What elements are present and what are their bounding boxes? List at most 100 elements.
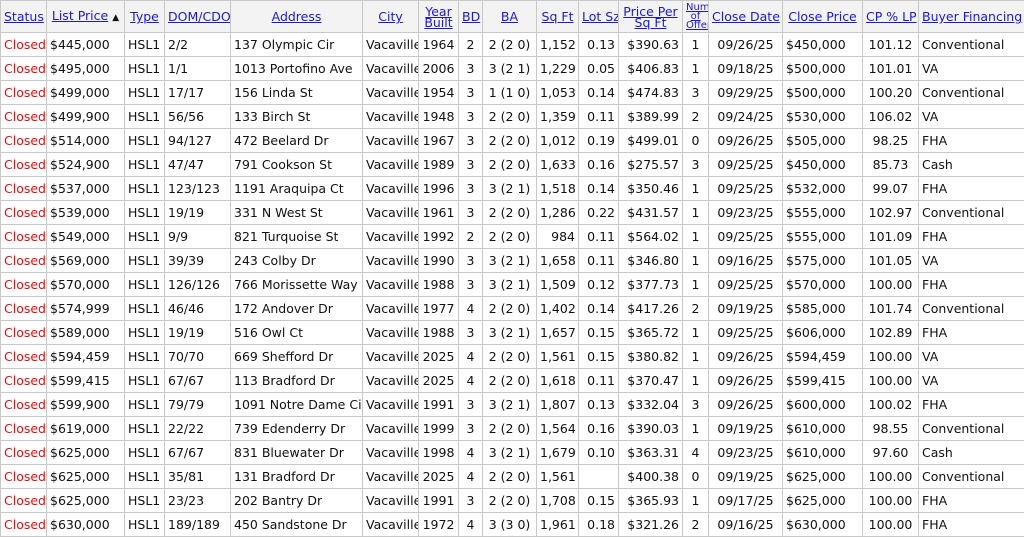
- col-header-price-per-sqft[interactable]: Price Per Sq Ft: [619, 1, 683, 33]
- city-cell: Vacaville: [363, 105, 419, 129]
- status-cell: Closed: [1, 393, 47, 417]
- status-cell: Closed: [1, 81, 47, 105]
- sqft-cell: 1,679: [537, 441, 579, 465]
- price-per-sqft-cell: $363.31: [619, 441, 683, 465]
- col-header-cp-lp[interactable]: CP % LP: [863, 1, 919, 33]
- sqft-cell: 1,618: [537, 369, 579, 393]
- table-row[interactable]: Closed$630,000HSL1189/189450 Sandstone D…: [1, 513, 1024, 537]
- sqft-cell: 1,359: [537, 105, 579, 129]
- table-row[interactable]: Closed$537,000HSL1123/1231191 Araquipa C…: [1, 177, 1024, 201]
- cp-lp-cell: 97.60: [863, 441, 919, 465]
- table-row[interactable]: Closed$569,000HSL139/39243 Colby DrVacav…: [1, 249, 1024, 273]
- year-built-cell: 1996: [419, 177, 459, 201]
- ba-cell: 2 (2 0): [483, 345, 537, 369]
- year-built-cell: 1977: [419, 297, 459, 321]
- lot-size-cell: 0.18: [579, 513, 619, 537]
- price-per-sqft-cell: $350.46: [619, 177, 683, 201]
- financing-cell: FHA: [919, 513, 1024, 537]
- list-price-cell: $569,000: [47, 249, 125, 273]
- dom-cell: 70/70: [165, 345, 231, 369]
- col-header-dom[interactable]: DOM/CDOM: [165, 1, 231, 33]
- city-cell: Vacaville: [363, 153, 419, 177]
- col-header-bd[interactable]: BD: [459, 1, 483, 33]
- col-header-status[interactable]: Status: [1, 1, 47, 33]
- ba-cell: 2 (2 0): [483, 369, 537, 393]
- dom-cell: 19/19: [165, 321, 231, 345]
- col-header-sqft[interactable]: Sq Ft: [537, 1, 579, 33]
- table-row[interactable]: Closed$524,900HSL147/47791 Cookson StVac…: [1, 153, 1024, 177]
- sqft-cell: 1,658: [537, 249, 579, 273]
- table-row[interactable]: Closed$625,000HSL123/23202 Bantry DrVaca…: [1, 489, 1024, 513]
- dom-cell: 1/1: [165, 57, 231, 81]
- lot-size-cell: 0.13: [579, 33, 619, 57]
- close-price-cell: $450,000: [783, 33, 863, 57]
- year-built-cell: 1967: [419, 129, 459, 153]
- col-header-city[interactable]: City: [363, 1, 419, 33]
- lot-size-cell: 0.16: [579, 153, 619, 177]
- table-row[interactable]: Closed$499,900HSL156/56133 Birch StVacav…: [1, 105, 1024, 129]
- table-row[interactable]: Closed$570,000HSL1126/126766 Morissette …: [1, 273, 1024, 297]
- year-built-cell: 1991: [419, 489, 459, 513]
- table-row[interactable]: Closed$599,900HSL179/791091 Notre Dame C…: [1, 393, 1024, 417]
- table-row[interactable]: Closed$514,000HSL194/127472 Beelard DrVa…: [1, 129, 1024, 153]
- lot-size-cell: 0.11: [579, 105, 619, 129]
- close-price-cell: $594,459: [783, 345, 863, 369]
- financing-cell: VA: [919, 57, 1024, 81]
- table-row[interactable]: Closed$574,999HSL146/46172 Andover DrVac…: [1, 297, 1024, 321]
- offers-cell: 1: [683, 345, 709, 369]
- table-row[interactable]: Closed$594,459HSL170/70669 Shefford DrVa…: [1, 345, 1024, 369]
- dom-cell: 19/19: [165, 201, 231, 225]
- city-cell: Vacaville: [363, 33, 419, 57]
- list-price-cell: $524,900: [47, 153, 125, 177]
- col-header-close-date[interactable]: Close Date: [709, 1, 783, 33]
- lot-size-cell: 0.14: [579, 177, 619, 201]
- close-price-cell: $505,000: [783, 129, 863, 153]
- table-row[interactable]: Closed$539,000HSL119/19331 N West StVaca…: [1, 201, 1024, 225]
- close-price-cell: $555,000: [783, 225, 863, 249]
- close-date-cell: 09/16/25: [709, 249, 783, 273]
- col-header-financing[interactable]: Buyer Financing: [919, 1, 1024, 33]
- table-row[interactable]: Closed$589,000HSL119/19516 Owl CtVacavil…: [1, 321, 1024, 345]
- close-date-cell: 09/25/25: [709, 153, 783, 177]
- financing-cell: Conventional: [919, 201, 1024, 225]
- table-row[interactable]: Closed$549,000HSL19/9821 Turquoise StVac…: [1, 225, 1024, 249]
- list-price-cell: $499,900: [47, 105, 125, 129]
- close-date-cell: 09/25/25: [709, 273, 783, 297]
- table-row[interactable]: Closed$445,000HSL12/2137 Olympic CirVaca…: [1, 33, 1024, 57]
- close-price-cell: $570,000: [783, 273, 863, 297]
- financing-cell: Conventional: [919, 417, 1024, 441]
- table-row[interactable]: Closed$625,000HSL167/67831 Bluewater DrV…: [1, 441, 1024, 465]
- close-date-cell: 09/26/25: [709, 33, 783, 57]
- bd-cell: 4: [459, 513, 483, 537]
- ba-cell: 3 (2 1): [483, 273, 537, 297]
- col-header-type[interactable]: Type: [125, 1, 165, 33]
- city-cell: Vacaville: [363, 393, 419, 417]
- col-header-list-price[interactable]: List Price▲: [47, 1, 125, 33]
- city-cell: Vacaville: [363, 513, 419, 537]
- table-row[interactable]: Closed$499,000HSL117/17156 Linda StVacav…: [1, 81, 1024, 105]
- cp-lp-cell: 100.02: [863, 393, 919, 417]
- offers-cell: 1: [683, 321, 709, 345]
- table-body: Closed$445,000HSL12/2137 Olympic CirVaca…: [1, 33, 1024, 537]
- status-cell: Closed: [1, 105, 47, 129]
- table-row[interactable]: Closed$625,000HSL135/81131 Bradford DrVa…: [1, 465, 1024, 489]
- bd-cell: 4: [459, 369, 483, 393]
- cp-lp-cell: 100.00: [863, 345, 919, 369]
- col-header-ba[interactable]: BA: [483, 1, 537, 33]
- financing-cell: Conventional: [919, 297, 1024, 321]
- col-header-lot-size[interactable]: Lot Sz: [579, 1, 619, 33]
- type-cell: HSL1: [125, 201, 165, 225]
- address-cell: 172 Andover Dr: [231, 297, 363, 321]
- table-row[interactable]: Closed$599,415HSL167/67113 Bradford DrVa…: [1, 369, 1024, 393]
- type-cell: HSL1: [125, 345, 165, 369]
- col-header-offers[interactable]: Number of Offers: [683, 1, 709, 33]
- ba-cell: 3 (2 1): [483, 57, 537, 81]
- col-header-year-built[interactable]: Year Built: [419, 1, 459, 33]
- table-row[interactable]: Closed$495,000HSL11/11013 Portofino AveV…: [1, 57, 1024, 81]
- price-per-sqft-cell: $474.83: [619, 81, 683, 105]
- col-header-close-price[interactable]: Close Price: [783, 1, 863, 33]
- table-row[interactable]: Closed$619,000HSL122/22739 Edenderry DrV…: [1, 417, 1024, 441]
- col-header-address[interactable]: Address: [231, 1, 363, 33]
- year-built-cell: 2025: [419, 345, 459, 369]
- city-cell: Vacaville: [363, 369, 419, 393]
